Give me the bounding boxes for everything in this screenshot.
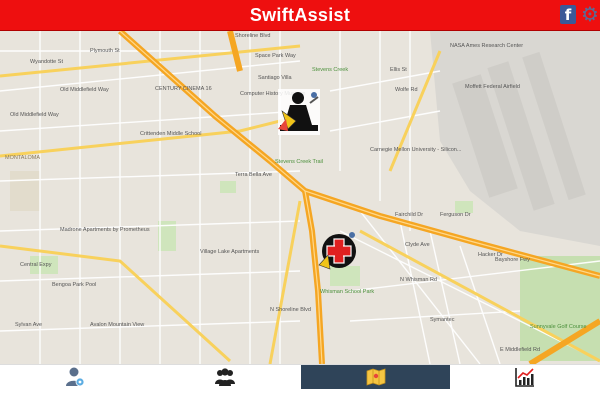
map-label: Bengoa Park Pool	[52, 282, 96, 288]
facebook-icon[interactable]: f	[560, 5, 576, 24]
map-label: Terra Bella Ave	[235, 172, 272, 178]
map-label: Space Park Way	[255, 53, 296, 59]
line-chart-icon	[515, 368, 534, 387]
map-label: Crittenden Middle School	[140, 131, 201, 137]
map-label: Stevens Creek	[312, 67, 348, 73]
map-label: Moffett Federal Airfield	[465, 84, 520, 90]
map-label: Avalon Mountain View	[90, 322, 144, 328]
map-label: Old Middlefield Way	[60, 87, 109, 93]
map-label: Wyandotte St	[30, 59, 63, 65]
map-label: Plymouth St	[90, 48, 120, 54]
map-label: Carnegie Mellon University - Silicon...	[370, 147, 462, 153]
user-settings-icon	[66, 367, 85, 387]
nav-community[interactable]	[190, 365, 260, 389]
map-label: Stevens Creek Trail	[275, 159, 323, 165]
nav-account[interactable]	[40, 365, 110, 389]
map-label: Fairchild Dr	[395, 212, 423, 218]
bottom-nav	[0, 364, 600, 401]
map-label: NASA Ames Research Center	[450, 43, 523, 49]
map-label: Clyde Ave	[405, 242, 430, 248]
map-label: Old Middlefield Way	[10, 112, 59, 118]
map-label: Sylvan Ave	[15, 322, 42, 328]
map-label: Village Lake Apartments	[200, 249, 259, 255]
map-label: Ellis St	[390, 67, 407, 73]
map-label: Santiago Villa	[258, 75, 292, 81]
app-title: SwiftAssist	[249, 5, 351, 25]
map-label: Central Expy	[20, 262, 52, 268]
map-canvas[interactable]: Plymouth St Wyandotte St Old Middlefield…	[0, 31, 600, 364]
map-label: N Whisman Rd	[400, 277, 437, 283]
map-label: N Shoreline Blvd	[270, 307, 311, 313]
map-label: Wolfe Rd	[395, 87, 418, 93]
map-label: Whisman School Park	[320, 289, 374, 295]
roadside-assistance-marker[interactable]	[278, 89, 320, 135]
map-label: Hacker Dr	[478, 252, 503, 258]
nav-stats[interactable]	[490, 365, 560, 389]
nav-map[interactable]	[301, 365, 450, 389]
map-label: Symantec	[430, 317, 455, 323]
map-label: E Middlefield Rd	[500, 347, 540, 353]
map-label: Sunnyvale Golf Course	[530, 324, 587, 330]
map-label: Madrone Apartments by Prometheus	[60, 227, 150, 233]
gear-icon[interactable]: ⚙	[580, 3, 600, 25]
map-label: Ferguson Dr	[440, 212, 471, 218]
map-icon	[366, 368, 385, 386]
app-header: SwiftAssist f ⚙	[0, 0, 600, 31]
map-label: MONTALOMA	[5, 155, 40, 161]
map-label: Shoreline Blvd	[235, 33, 270, 39]
map-view[interactable]: Plymouth St Wyandotte St Old Middlefield…	[0, 31, 600, 364]
group-icon	[215, 368, 235, 386]
map-label: CENTURY CINEMA 16	[155, 86, 212, 92]
